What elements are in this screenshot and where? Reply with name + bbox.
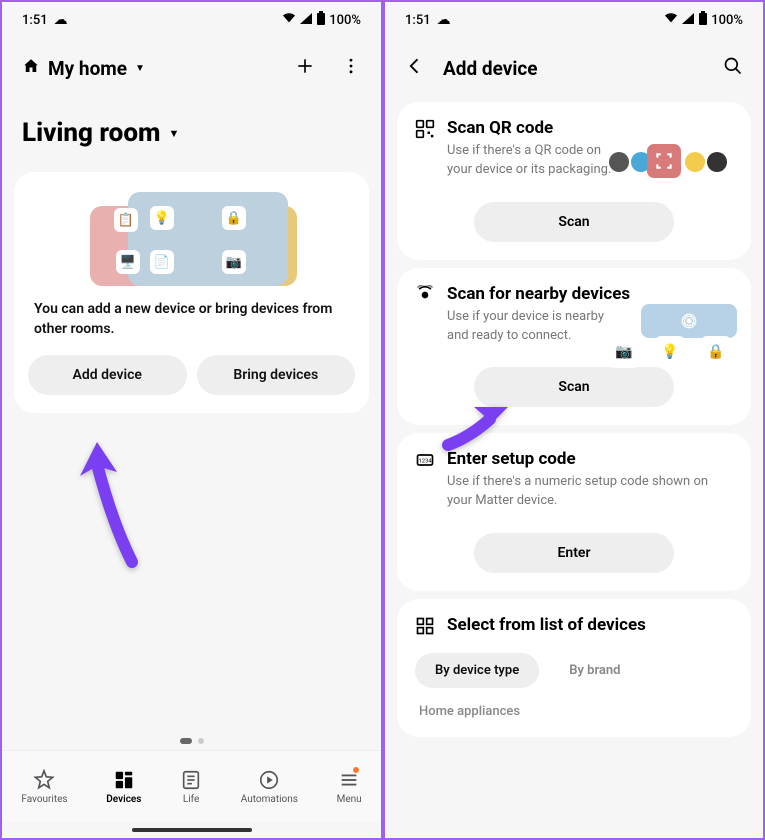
automations-icon (258, 769, 280, 791)
chevron-down-icon: ▼ (168, 127, 179, 140)
option-title: Enter setup code (447, 449, 733, 469)
device-list-option: Select from list of devices By device ty… (397, 599, 751, 737)
more-button[interactable] (341, 56, 361, 80)
chevron-down-icon: ▼ (135, 63, 145, 74)
back-button[interactable] (405, 56, 425, 80)
phone-right: 1:51 ☁ 100% Add device Scan QR code (383, 0, 765, 840)
scan-nearby-button[interactable]: Scan (474, 367, 674, 407)
life-icon (180, 769, 202, 791)
battery-icon (316, 11, 326, 29)
devices-icon (113, 769, 135, 791)
battery-percent: 100% (711, 13, 743, 28)
home-selector[interactable]: My home ▼ (22, 57, 145, 80)
signal-icon (299, 12, 313, 28)
scan-qr-button[interactable]: Scan (474, 202, 674, 242)
home-label: My home (48, 57, 127, 80)
scan-nearby-option: Scan for nearby devices Use if your devi… (397, 268, 751, 426)
option-title: Scan QR code (447, 118, 627, 138)
nav-devices[interactable]: Devices (106, 769, 141, 805)
home-icon (22, 57, 40, 80)
star-icon (33, 769, 55, 791)
tab-by-brand[interactable]: By brand (549, 653, 640, 688)
room-selector[interactable]: Living room ▼ (2, 92, 381, 156)
option-title: Scan for nearby devices (447, 284, 630, 304)
nav-label: Devices (106, 794, 141, 805)
radar-icon (415, 285, 435, 305)
nav-label: Automations (241, 794, 298, 805)
weather-icon: ☁ (437, 12, 451, 28)
empty-room-card: 📋💡🔒 🖥️📄📷 You can add a new device or bri… (14, 172, 369, 413)
status-time: 1:51 (22, 13, 48, 28)
gesture-bar[interactable] (132, 828, 252, 832)
card-message: You can add a new device or bring device… (28, 286, 355, 355)
signal-icon (681, 12, 695, 28)
setup-code-option: 1234 Enter setup code Use if there's a n… (397, 433, 751, 591)
card-illustration: 📋💡🔒 🖥️📄📷 (28, 186, 355, 286)
add-device-button[interactable]: Add device (28, 355, 187, 395)
tab-by-device-type[interactable]: By device type (415, 653, 539, 688)
pager[interactable] (2, 728, 381, 750)
option-illustration (587, 138, 737, 196)
status-time: 1:51 (405, 13, 431, 28)
scan-qr-option: Scan QR code Use if there's a QR code on… (397, 102, 751, 260)
options-list[interactable]: Scan QR code Use if there's a QR code on… (385, 94, 763, 838)
nav-menu[interactable]: Menu (337, 769, 362, 805)
option-desc: Use if there's a numeric setup code show… (447, 473, 733, 511)
nav-favourites[interactable]: Favourites (21, 769, 67, 805)
header: My home ▼ (2, 38, 381, 92)
page-title: Add device (443, 57, 705, 80)
grid-icon (415, 616, 435, 636)
code-icon: 1234 (415, 450, 435, 470)
status-bar: 1:51 ☁ 100% (385, 2, 763, 38)
svg-text:1234: 1234 (418, 459, 432, 465)
qr-icon (415, 119, 435, 139)
nav-label: Menu (337, 794, 362, 805)
header: Add device (385, 38, 763, 94)
weather-icon: ☁ (54, 12, 68, 28)
nav-automations[interactable]: Automations (241, 769, 298, 805)
nav-label: Life (183, 794, 199, 805)
notification-badge (353, 767, 359, 773)
wifi-icon (282, 12, 296, 28)
option-title: Select from list of devices (447, 615, 646, 635)
bring-devices-button[interactable]: Bring devices (197, 355, 356, 395)
phone-left: 1:51 ☁ 100% My home ▼ (0, 0, 383, 840)
pager-dot (198, 738, 204, 744)
category-label: Home appliances (419, 704, 729, 719)
status-bar: 1:51 ☁ 100% (2, 2, 381, 38)
pager-dot-active (180, 738, 192, 744)
battery-icon (698, 11, 708, 29)
add-button[interactable] (295, 56, 315, 80)
enter-code-button[interactable]: Enter (474, 533, 674, 573)
nav-life[interactable]: Life (180, 769, 202, 805)
room-title: Living room (22, 118, 160, 148)
wifi-icon (664, 12, 678, 28)
battery-percent: 100% (329, 13, 361, 28)
search-button[interactable] (723, 56, 743, 80)
nav-label: Favourites (21, 794, 67, 805)
option-illustration: 📷💡🔒 (587, 304, 737, 368)
annotation-arrow (77, 442, 157, 576)
bottom-nav: Favourites Devices Life Automations Menu (2, 750, 381, 822)
